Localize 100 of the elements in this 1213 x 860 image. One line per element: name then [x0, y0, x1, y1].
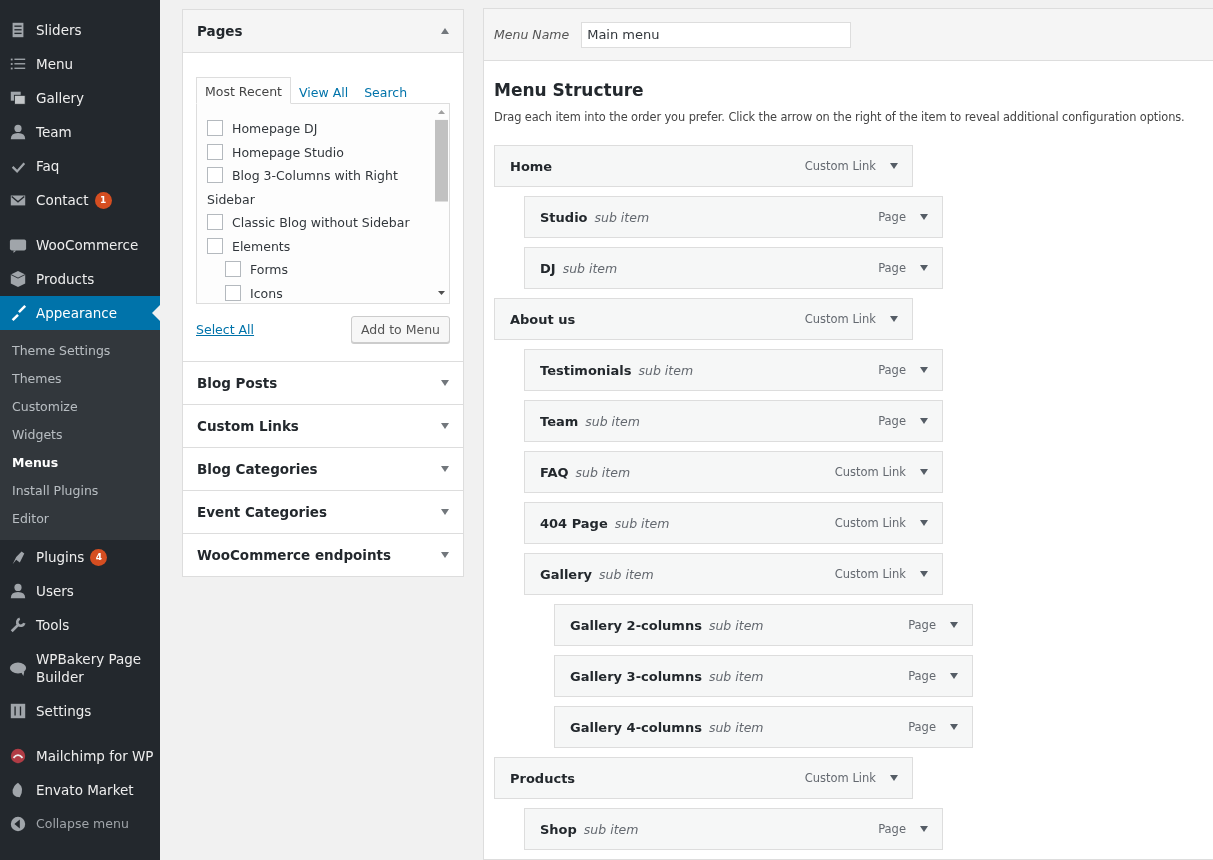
- item-type: Page: [878, 261, 906, 275]
- toggle-arrow-icon[interactable]: [441, 28, 449, 34]
- checkbox-item[interactable]: Icons: [207, 281, 424, 303]
- submenu-item[interactable]: Editor: [0, 505, 160, 533]
- sidebar-item[interactable]: Gallery: [0, 81, 160, 115]
- menu-structure-entry[interactable]: Testimonials sub item Page: [524, 349, 943, 391]
- item-title: Gallery 2-columns: [570, 617, 702, 633]
- submenu-item[interactable]: Install Plugins: [0, 477, 160, 505]
- select-all-link[interactable]: Select All: [196, 322, 255, 337]
- sidebar-item[interactable]: WPBakery Page Builder: [0, 642, 160, 694]
- expand-arrow-icon[interactable]: [920, 469, 928, 475]
- expand-arrow-icon[interactable]: [890, 775, 898, 781]
- tab[interactable]: Most Recent: [196, 77, 292, 104]
- checkbox-item[interactable]: Classic Blog without Sidebar: [207, 211, 424, 235]
- checkbox-item[interactable]: Homepage DJ: [207, 117, 424, 141]
- sidebar-item[interactable]: Appearance: [0, 296, 160, 330]
- checkbox-item[interactable]: Elements: [207, 234, 424, 258]
- submenu-item[interactable]: Theme Settings: [0, 337, 160, 365]
- checkbox-item[interactable]: Forms: [207, 258, 424, 282]
- checkbox[interactable]: [225, 284, 241, 301]
- images-icon: [9, 89, 27, 107]
- sidebar-item[interactable]: Team: [0, 115, 160, 149]
- expand-arrow-icon[interactable]: [950, 673, 958, 679]
- expand-arrow-icon[interactable]: [920, 367, 928, 373]
- menu-structure-entry[interactable]: Products Custom Link: [494, 757, 913, 799]
- toggle-arrow-icon[interactable]: [441, 509, 449, 515]
- expand-arrow-icon[interactable]: [920, 571, 928, 577]
- checkbox[interactable]: [207, 120, 223, 136]
- section-header[interactable]: Blog Posts: [183, 362, 463, 404]
- checkbox-item[interactable]: Blog 3-Columns with Right Sidebar: [207, 164, 424, 211]
- menu-structure-entry[interactable]: FAQ sub item Custom Link: [524, 451, 943, 493]
- section-header[interactable]: Pages: [183, 10, 463, 53]
- menu-structure-entry[interactable]: Home Custom Link: [494, 145, 913, 187]
- toggle-arrow-icon[interactable]: [441, 466, 449, 472]
- sidebar-item[interactable]: Faq: [0, 149, 160, 183]
- sidebar-item[interactable]: Contact 1: [0, 183, 160, 217]
- toggle-arrow-icon[interactable]: [441, 552, 449, 558]
- sidebar-item[interactable]: Sliders: [0, 13, 160, 47]
- submenu-item[interactable]: Menus: [0, 449, 160, 477]
- expand-arrow-icon[interactable]: [950, 622, 958, 628]
- menu-structure-entry[interactable]: Team sub item Page: [524, 400, 943, 442]
- item-note: sub item: [585, 413, 640, 429]
- item-type: Page: [908, 720, 936, 734]
- sidebar-item[interactable]: Mailchimp for WP: [0, 739, 160, 773]
- item-title: About us: [510, 311, 576, 327]
- checkbox[interactable]: [207, 167, 223, 183]
- sidebar-item[interactable]: Collapse menu: [0, 807, 160, 841]
- menu-structure-entry[interactable]: About us Custom Link: [494, 298, 913, 340]
- submenu-item[interactable]: Widgets: [0, 421, 160, 449]
- item-type: Page: [878, 363, 906, 377]
- item-title: Gallery 3-columns: [570, 668, 702, 684]
- sidebar-item[interactable]: WooCommerce: [0, 228, 160, 262]
- expand-arrow-icon[interactable]: [890, 163, 898, 169]
- item-type: Page: [878, 414, 906, 428]
- menu-structure-entry[interactable]: Shop sub item Page: [524, 808, 943, 850]
- checkbox-item[interactable]: Homepage Studio: [207, 140, 424, 164]
- expand-arrow-icon[interactable]: [920, 826, 928, 832]
- section-title: Pages: [197, 23, 243, 39]
- section-header[interactable]: Custom Links: [183, 405, 463, 447]
- item-title: Home: [510, 158, 553, 174]
- expand-arrow-icon[interactable]: [950, 724, 958, 730]
- item-title: Team: [540, 413, 579, 429]
- add-to-menu-button[interactable]: Add to Menu: [350, 316, 450, 343]
- menu-structure-entry[interactable]: Gallery 2-columns sub item Page: [554, 604, 973, 646]
- menu-structure-entry[interactable]: Gallery 3-columns sub item Page: [554, 655, 973, 697]
- menu-structure-entry[interactable]: Gallery sub item Custom Link: [524, 553, 943, 595]
- menu-structure-entry[interactable]: DJ sub item Page: [524, 247, 943, 289]
- menu-name-field[interactable]: Main menu: [581, 21, 852, 48]
- section-title: Blog Posts: [197, 375, 278, 391]
- submenu-item[interactable]: Themes: [0, 365, 160, 393]
- tab[interactable]: View All: [291, 79, 357, 104]
- toggle-arrow-icon[interactable]: [441, 380, 449, 386]
- section-title: WooCommerce endpoints: [197, 547, 392, 563]
- expand-arrow-icon[interactable]: [920, 520, 928, 526]
- checkbox[interactable]: [207, 237, 223, 254]
- sidebar-item[interactable]: Envato Market: [0, 773, 160, 807]
- expand-arrow-icon[interactable]: [920, 418, 928, 424]
- menu-structure-entry[interactable]: Gallery 4-columns sub item Page: [554, 706, 973, 748]
- sidebar-item[interactable]: Tools: [0, 608, 160, 642]
- expand-arrow-icon[interactable]: [890, 316, 898, 322]
- tab[interactable]: Search: [356, 79, 416, 104]
- item-title: Shop: [540, 821, 577, 837]
- checkbox[interactable]: [207, 214, 223, 230]
- section-header[interactable]: Event Categories: [183, 491, 463, 533]
- expand-arrow-icon[interactable]: [920, 214, 928, 220]
- menu-structure-entry[interactable]: 404 Page sub item Custom Link: [524, 502, 943, 544]
- section-header[interactable]: WooCommerce endpoints: [183, 534, 463, 576]
- sidebar-item[interactable]: Users: [0, 574, 160, 608]
- expand-arrow-icon[interactable]: [920, 265, 928, 271]
- checkbox[interactable]: [225, 261, 241, 277]
- checkbox[interactable]: [207, 143, 223, 160]
- submenu-item[interactable]: Customize: [0, 393, 160, 421]
- menu-structure-entry[interactable]: Studio sub item Page: [524, 196, 943, 238]
- section-header[interactable]: Blog Categories: [183, 448, 463, 490]
- sidebar-item[interactable]: Plugins 4: [0, 540, 160, 574]
- sidebar-item[interactable]: Menu: [0, 47, 160, 81]
- sidebar-item[interactable]: Products: [0, 262, 160, 296]
- sidebar-item[interactable]: Settings: [0, 694, 160, 728]
- toggle-arrow-icon[interactable]: [441, 423, 449, 429]
- item-type: Custom Link: [834, 567, 906, 581]
